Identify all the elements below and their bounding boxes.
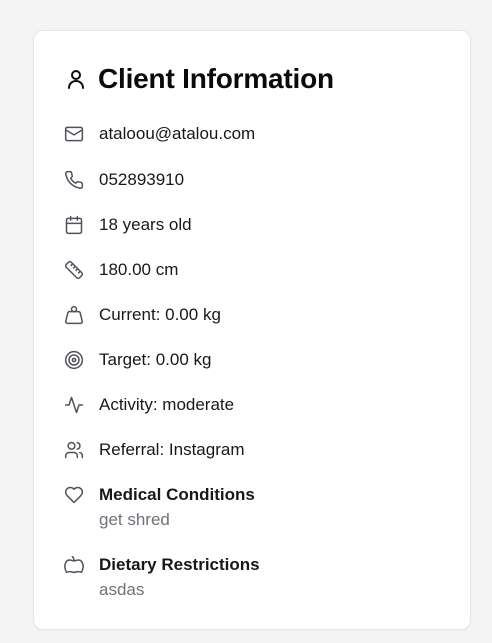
card-header: Client Information — [64, 61, 334, 97]
current-weight-row: Current: 0.00 kg — [64, 304, 221, 326]
target-weight-value: Target: 0.00 kg — [99, 350, 212, 369]
ruler-icon — [64, 260, 84, 280]
age-value: 18 years old — [99, 215, 192, 234]
medical-conditions-row: Medical Conditions get shred — [64, 484, 255, 531]
heart-icon — [64, 485, 84, 505]
card-title: Client Information — [98, 63, 334, 94]
activity-icon — [64, 395, 84, 415]
dietary-restrictions-value: asdas — [99, 580, 145, 599]
medical-conditions-block: Medical Conditions get shred — [99, 484, 255, 531]
dietary-restrictions-row: Dietary Restrictions asdas — [64, 554, 260, 601]
users-icon — [64, 440, 84, 460]
referral-value: Referral: Instagram — [99, 440, 245, 459]
current-weight-value: Current: 0.00 kg — [99, 305, 221, 324]
target-weight-row: Target: 0.00 kg — [64, 349, 211, 371]
mail-icon — [64, 124, 84, 144]
height-row: 180.00 cm — [64, 259, 178, 281]
calendar-icon — [64, 215, 84, 235]
phone-row: 052893910 — [64, 169, 184, 191]
age-row: 18 years old — [64, 214, 192, 236]
medical-conditions-label: Medical Conditions — [99, 485, 255, 504]
user-icon — [64, 67, 88, 91]
medical-conditions-value: get shred — [99, 510, 170, 529]
dietary-restrictions-block: Dietary Restrictions asdas — [99, 554, 260, 601]
phone-icon — [64, 170, 84, 190]
height-value: 180.00 cm — [99, 260, 179, 279]
target-icon — [64, 350, 84, 370]
apple-icon — [64, 555, 84, 575]
weight-icon — [64, 305, 84, 325]
email-row: ataloou@atalou.com — [64, 123, 255, 145]
referral-row: Referral: Instagram — [64, 439, 245, 461]
activity-row: Activity: moderate — [64, 394, 234, 416]
client-information-card: Client Information ataloou@atalou.com 05… — [33, 30, 471, 630]
phone-value: 052893910 — [99, 170, 185, 189]
email-value: ataloou@atalou.com — [99, 124, 256, 143]
activity-value: Activity: moderate — [99, 395, 235, 414]
dietary-restrictions-label: Dietary Restrictions — [99, 555, 260, 574]
